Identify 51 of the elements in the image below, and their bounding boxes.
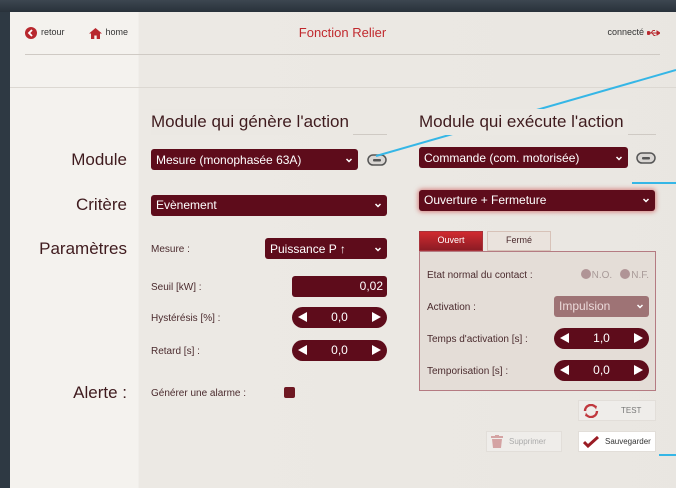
tab[interactable]: Fermé (487, 231, 551, 251)
field-label: Mesure : (151, 242, 190, 256)
field-label: Hystérésis [%] : (151, 310, 220, 324)
stepper-field[interactable]: 0,0 (554, 360, 649, 380)
back-icon (25, 27, 37, 39)
decrease-button[interactable] (298, 312, 307, 322)
increase-button[interactable] (372, 312, 381, 322)
back-button[interactable]: retour (25, 26, 65, 40)
section-heading: Module qui exécute l'action (419, 109, 628, 134)
decrease-button[interactable] (560, 365, 569, 375)
test-button[interactable]: TEST (578, 400, 656, 421)
refresh-icon (583, 404, 599, 418)
leader-line (659, 454, 676, 456)
dropdown[interactable]: Puissance P ↑ (265, 238, 387, 260)
increase-button[interactable] (634, 365, 643, 375)
page-title: Fonction Relier (298, 25, 386, 40)
stepper-field[interactable]: 0,0 (292, 306, 387, 328)
stepper-field[interactable]: 0,0 (292, 340, 387, 360)
increase-button[interactable] (372, 345, 381, 355)
checkbox[interactable] (284, 386, 296, 398)
home-button[interactable]: home (88, 26, 128, 40)
dropdown[interactable]: Ouverture + Fermeture (419, 190, 655, 210)
decrease-button[interactable] (560, 333, 569, 343)
home-icon (88, 28, 102, 38)
connection-status: connecté (607, 26, 644, 40)
field-label: Temporisation [s] : (427, 364, 508, 378)
dropdown[interactable]: Evènement (151, 194, 387, 216)
tab[interactable]: Ouvert (419, 231, 483, 251)
row-label: Critère (74, 194, 127, 216)
field-label: Activation : (427, 300, 476, 314)
save-button[interactable]: Sauvegarder (578, 431, 656, 452)
stepper-field[interactable]: 1,0 (554, 328, 649, 348)
field-label: Etat normal du contact : (427, 268, 533, 282)
dropdown[interactable]: Mesure (monophasée 63A) (151, 149, 358, 170)
row-label: Module (70, 149, 127, 171)
row-label: Alerte : (72, 382, 127, 404)
input-field[interactable]: 0,02 (292, 276, 387, 296)
usb-icon (647, 29, 660, 37)
trash-icon (491, 435, 503, 448)
connector-icon[interactable] (636, 152, 656, 164)
row-label: Paramètres (38, 238, 127, 260)
increase-button[interactable] (634, 333, 643, 343)
checkmark-icon (583, 436, 599, 448)
connector-icon[interactable] (367, 154, 387, 166)
field-label: Retard [s] : (151, 344, 200, 358)
decrease-button[interactable] (298, 345, 307, 355)
field-label: Seuil [kW] : (151, 280, 202, 294)
field-label: Générer une alarme : (151, 386, 246, 400)
field-label: Temps d'activation [s] : (427, 332, 528, 346)
leader-line (632, 182, 676, 184)
dropdown[interactable]: Commande (com. motorisée) (419, 147, 628, 168)
